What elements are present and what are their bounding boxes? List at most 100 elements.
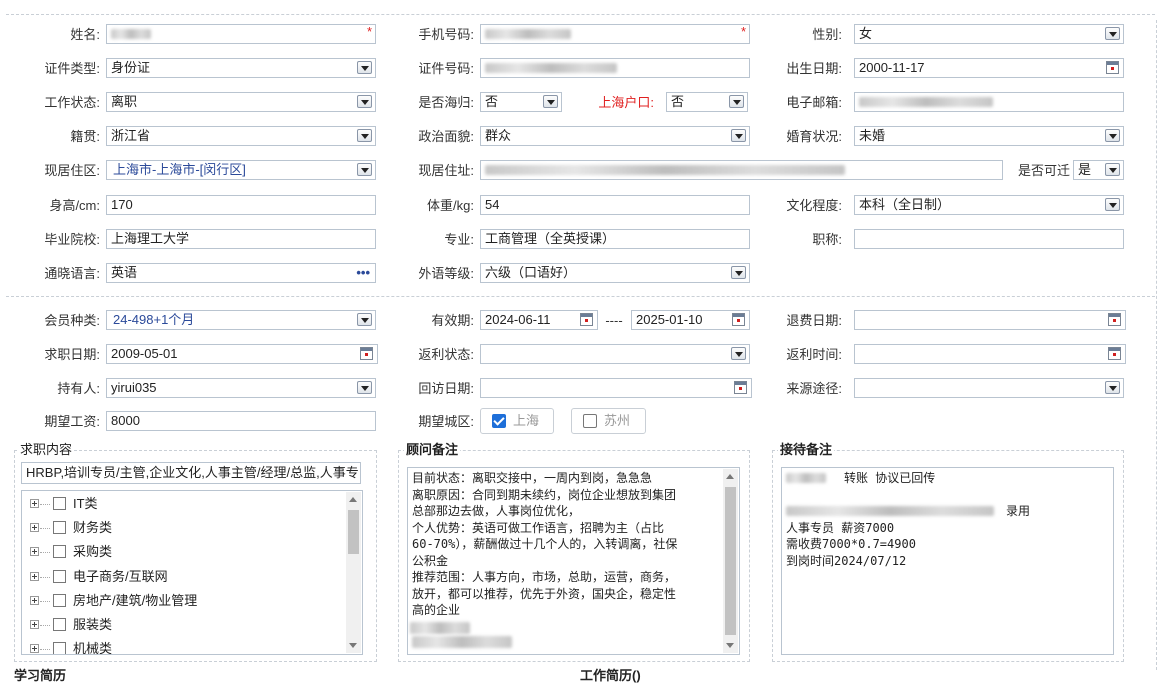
returnee-select[interactable]: 否 bbox=[480, 92, 562, 112]
checkbox-icon[interactable] bbox=[53, 618, 66, 631]
salary-field[interactable]: 8000 bbox=[106, 411, 376, 431]
reception-line: 录用 bbox=[1006, 504, 1031, 518]
calendar-icon[interactable] bbox=[732, 313, 745, 326]
expand-plus-icon[interactable] bbox=[30, 644, 39, 654]
major-field[interactable]: 工商管理（全英授课） bbox=[480, 229, 750, 249]
chevron-down-icon[interactable] bbox=[1105, 198, 1120, 211]
rebate-time-field[interactable] bbox=[854, 344, 1126, 364]
notes-scrollbar[interactable] bbox=[723, 469, 738, 653]
chevron-down-icon[interactable] bbox=[357, 95, 372, 108]
reception-notes-textarea[interactable]: 转账 协议已回传 录用 人事专员 薪资7000 需收费7000*0.7=4900… bbox=[781, 467, 1114, 655]
checkbox-icon[interactable] bbox=[53, 642, 66, 654]
scroll-down-icon[interactable] bbox=[349, 643, 357, 648]
consultant-notes-textarea[interactable]: 目前状态：离职交接中，一周内到岗，急急急 离职原因：合同到期未续约，岗位企业想放到… bbox=[407, 467, 740, 655]
scroll-thumb[interactable] bbox=[725, 487, 736, 635]
checkbox-icon[interactable] bbox=[53, 569, 66, 583]
title-field[interactable] bbox=[854, 229, 1124, 249]
foreign-select[interactable]: 六级（口语好） bbox=[480, 263, 750, 283]
tree-scrollbar[interactable] bbox=[346, 492, 361, 653]
checkbox-checked-icon[interactable] bbox=[492, 414, 506, 428]
chevron-down-icon[interactable] bbox=[731, 266, 746, 279]
language-field[interactable]: 英语 ••• bbox=[106, 263, 376, 283]
chevron-down-icon[interactable] bbox=[1105, 163, 1120, 176]
holder-value: yirui035 bbox=[111, 380, 157, 395]
idno-field[interactable] bbox=[480, 58, 750, 78]
name-field[interactable]: * bbox=[106, 24, 376, 44]
valid-to-field[interactable]: 2025-01-10 bbox=[631, 310, 750, 330]
residence-select[interactable]: 上海市-上海市-[闵行区] bbox=[106, 160, 376, 180]
expand-plus-icon[interactable] bbox=[30, 547, 39, 557]
native-select[interactable]: 浙江省 bbox=[106, 126, 376, 146]
chevron-down-icon[interactable] bbox=[357, 129, 372, 142]
chevron-down-icon[interactable] bbox=[357, 61, 372, 74]
political-select[interactable]: 群众 bbox=[480, 126, 750, 146]
jobdate-field[interactable]: 2009-05-01 bbox=[106, 344, 378, 364]
top-divider bbox=[6, 14, 1155, 15]
expand-plus-icon[interactable] bbox=[30, 620, 39, 629]
chevron-down-icon[interactable] bbox=[731, 129, 746, 142]
calendar-icon[interactable] bbox=[1108, 347, 1121, 360]
idtype-select[interactable]: 身份证 bbox=[106, 58, 376, 78]
scroll-up-icon[interactable] bbox=[726, 474, 734, 479]
expand-plus-icon[interactable] bbox=[30, 523, 39, 533]
scroll-thumb[interactable] bbox=[348, 510, 359, 554]
required-mark: * bbox=[740, 24, 746, 39]
expand-plus-icon[interactable] bbox=[30, 595, 39, 605]
source-select[interactable] bbox=[854, 378, 1124, 398]
valid-label: 有效期: bbox=[431, 313, 474, 328]
calendar-icon[interactable] bbox=[734, 381, 747, 394]
expand-plus-icon[interactable] bbox=[30, 499, 39, 508]
scroll-up-icon[interactable] bbox=[349, 497, 357, 502]
checkbox-icon[interactable] bbox=[53, 497, 66, 510]
chevron-down-icon[interactable] bbox=[357, 381, 372, 394]
member-type-select[interactable]: 24-498+1个月 bbox=[106, 310, 376, 330]
chevron-down-icon[interactable] bbox=[1105, 129, 1120, 142]
chevron-down-icon[interactable] bbox=[357, 163, 372, 176]
chevron-down-icon[interactable] bbox=[729, 95, 744, 108]
refund-date-field[interactable] bbox=[854, 310, 1126, 330]
more-icon[interactable]: ••• bbox=[356, 266, 370, 279]
tree-connector bbox=[40, 498, 50, 505]
city-option-shanghai[interactable]: 上海 bbox=[480, 408, 554, 434]
checkbox-icon[interactable] bbox=[53, 521, 66, 535]
email-field[interactable] bbox=[854, 92, 1124, 112]
relocate-select[interactable]: 是 bbox=[1073, 160, 1124, 180]
calendar-icon[interactable] bbox=[360, 347, 373, 360]
school-field[interactable]: 上海理工大学 bbox=[106, 229, 376, 249]
shhukou-select[interactable]: 否 bbox=[666, 92, 748, 112]
scroll-down-icon[interactable] bbox=[726, 643, 734, 648]
calendar-icon[interactable] bbox=[1108, 313, 1121, 326]
expand-plus-icon[interactable] bbox=[30, 571, 39, 581]
valid-from-field[interactable]: 2024-06-11 bbox=[480, 310, 598, 330]
calendar-icon[interactable] bbox=[1106, 61, 1119, 74]
valid-from-value: 2024-06-11 bbox=[485, 312, 551, 327]
weight-field[interactable]: 54 bbox=[480, 195, 750, 215]
checkbox-icon[interactable] bbox=[53, 545, 66, 559]
job-category-tree[interactable]: IT类 财务类 采购类 电子商务/互联网 房地产/建筑/物业管理 服装类 机械类 bbox=[21, 490, 363, 655]
calendar-icon[interactable] bbox=[580, 313, 593, 326]
chevron-down-icon[interactable] bbox=[357, 313, 372, 326]
chevron-down-icon[interactable] bbox=[543, 95, 558, 108]
birth-date-field[interactable]: 2000-11-17 bbox=[854, 58, 1124, 78]
job-content-summary[interactable]: HRBP,培训专员/主管,企业文化,人事主管/经理/总监,人事专 bbox=[21, 462, 361, 484]
gender-select[interactable]: 女 bbox=[854, 24, 1124, 44]
chevron-down-icon[interactable] bbox=[1105, 381, 1120, 394]
chevron-down-icon[interactable] bbox=[731, 347, 746, 360]
checkbox-icon[interactable] bbox=[583, 414, 597, 428]
education-select[interactable]: 本科（全日制） bbox=[854, 195, 1124, 215]
visit-date-field[interactable] bbox=[480, 378, 752, 398]
chevron-down-icon[interactable] bbox=[1105, 27, 1120, 40]
workstatus-select[interactable]: 离职 bbox=[106, 92, 376, 112]
consultant-note-line: 公积金 bbox=[412, 553, 449, 568]
marital-select[interactable]: 未婚 bbox=[854, 126, 1124, 146]
native-label: 籍贯: bbox=[70, 129, 100, 144]
city-option-suzhou[interactable]: 苏州 bbox=[571, 408, 646, 434]
height-field[interactable]: 170 bbox=[106, 195, 376, 215]
address-field[interactable] bbox=[480, 160, 1003, 180]
phone-field[interactable]: * bbox=[480, 24, 750, 44]
holder-select[interactable]: yirui035 bbox=[106, 378, 376, 398]
tree-item-label: 采购类 bbox=[73, 544, 113, 560]
title-label: 职称: bbox=[812, 232, 842, 247]
checkbox-icon[interactable] bbox=[53, 593, 66, 607]
rebate-status-select[interactable] bbox=[480, 344, 750, 364]
